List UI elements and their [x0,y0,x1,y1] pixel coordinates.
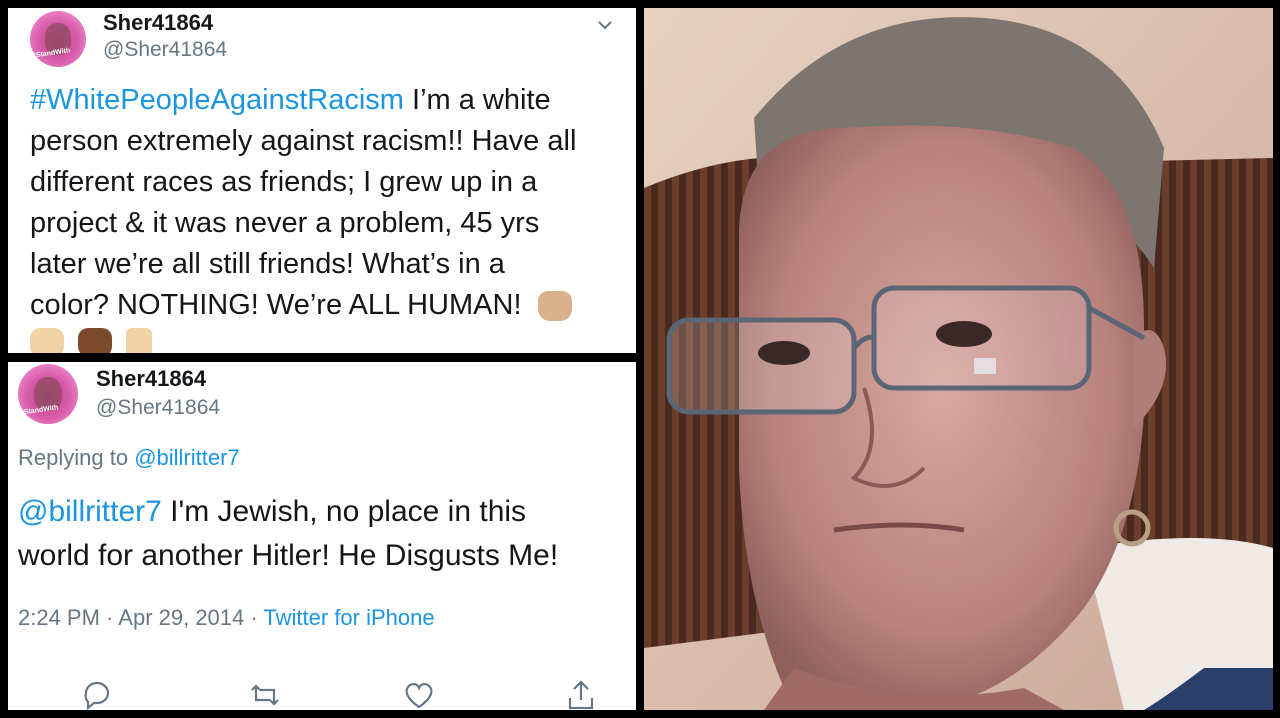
replying-to: Replying to @billritter7 [18,445,240,470]
avatar-tag: #StandWith [19,404,59,417]
display-name[interactable]: Sher41864 [96,366,206,392]
hashtag-link[interactable]: #WhitePeopleAgainstRacism [30,84,404,116]
display-name[interactable]: Sher41864 [103,10,213,36]
tweet-text: @billritter7 I'm Jewish, no place in thi… [18,495,559,572]
victory-hand-icon [126,328,153,353]
tweet-source-link[interactable]: Twitter for iPhone [263,605,434,630]
retweet-icon[interactable] [248,678,282,710]
selfie-photo [644,8,1273,710]
avatar[interactable]: #StandWith [18,364,78,424]
tweet-text: #WhitePeopleAgainstRacism I’m a white pe… [30,80,630,353]
tweet-actions [8,674,636,710]
avatar[interactable]: #StandWith [30,11,86,67]
avatar-tag: #StandWith [31,47,71,60]
raised-fist-icon [78,328,113,353]
reply-icon[interactable] [80,678,114,710]
user-handle[interactable]: @Sher41864 [96,396,220,420]
tweet-date[interactable]: Apr 29, 2014 [118,605,244,630]
raised-fist-icon [30,328,64,353]
like-icon[interactable] [402,678,436,710]
tweet-card-1: #StandWith Sher41864 @Sher41864 #WhitePe… [8,8,636,353]
user-handle[interactable]: @Sher41864 [103,38,227,62]
share-icon[interactable] [564,678,598,710]
raised-fist-icon [537,291,572,322]
tweet-time[interactable]: 2:24 PM [18,605,100,630]
selfie-image [644,8,1273,710]
tweet-card-2: #StandWith Sher41864 @Sher41864 Replying… [8,362,636,710]
chevron-down-icon[interactable] [596,16,614,34]
replying-to-link[interactable]: @billritter7 [134,445,239,470]
tweet-meta: 2:24 PM · Apr 29, 2014 · Twitter for iPh… [18,605,435,630]
mention-link[interactable]: @billritter7 [18,495,162,528]
